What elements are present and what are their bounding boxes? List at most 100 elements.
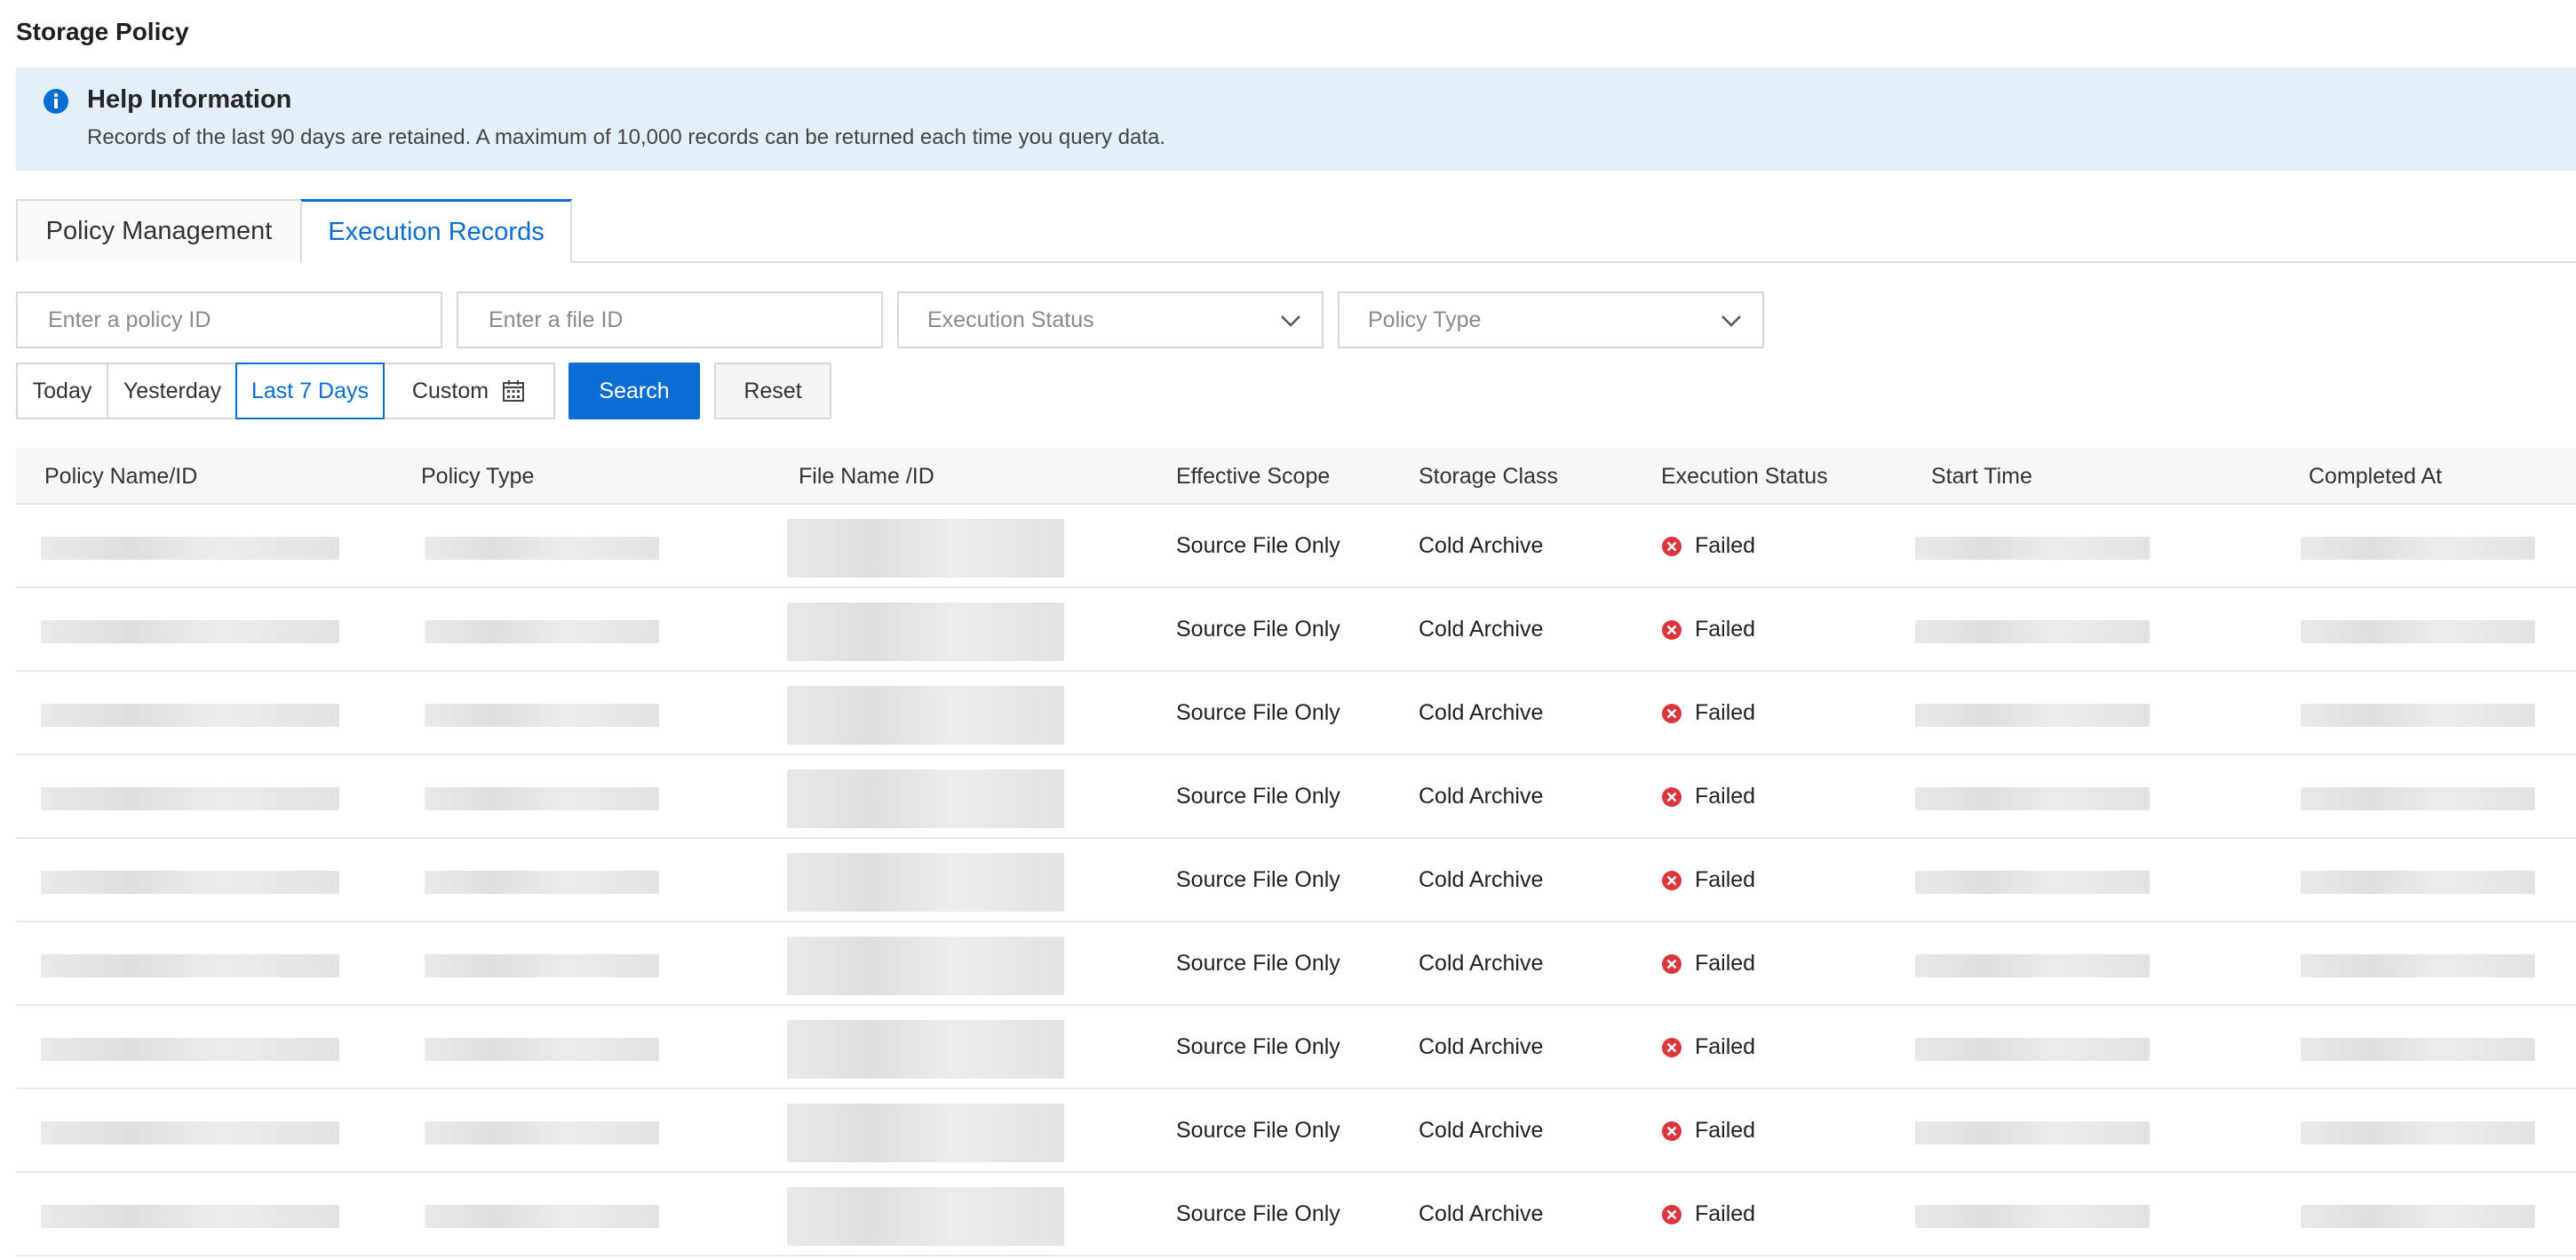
- redacted-policy-type: [425, 1205, 659, 1228]
- redacted-start-time: [1915, 787, 2150, 810]
- status-label: Failed: [1695, 533, 1756, 558]
- custom-label: Custom: [411, 378, 489, 403]
- info-icon: [44, 89, 68, 114]
- status-label: Failed: [1695, 951, 1756, 976]
- redacted-start-time: [1915, 1205, 2150, 1228]
- policy-id-field[interactable]: [46, 306, 441, 334]
- redacted-policy-type: [425, 704, 659, 727]
- chevron-down-icon: [1281, 315, 1300, 327]
- help-body: Records of the last 90 days are retained…: [87, 125, 1166, 149]
- policy-type-select[interactable]: Policy Type: [1338, 291, 1764, 348]
- redacted-policy-type: [425, 954, 659, 977]
- redacted-start-time: [1915, 1038, 2150, 1061]
- execution-status: Failed: [1661, 617, 1755, 642]
- redacted-completed-at: [2301, 871, 2535, 894]
- redacted-file-name: [787, 937, 1064, 995]
- table-row[interactable]: Source File Only Cold Archive Failed: [16, 1089, 2576, 1173]
- column-header: Policy Type: [421, 464, 535, 489]
- failed-icon: [1662, 1120, 1682, 1141]
- failed-icon: [1662, 953, 1682, 974]
- tabs-divider: [572, 261, 2576, 263]
- table-row[interactable]: Source File Only Cold Archive Failed: [16, 839, 2576, 922]
- table-row[interactable]: Source File Only Cold Archive Failed: [16, 1173, 2576, 1256]
- column-header: Policy Name/ID: [44, 464, 198, 489]
- redacted-file-name: [787, 1020, 1064, 1079]
- effective-scope: Source File Only: [1176, 1118, 1340, 1143]
- failed-icon: [1662, 1204, 1682, 1224]
- status-label: Failed: [1695, 700, 1756, 725]
- effective-scope: Source File Only: [1176, 700, 1340, 725]
- table-row[interactable]: Source File Only Cold Archive Failed: [16, 1006, 2576, 1089]
- redacted-policy-name: [41, 537, 339, 560]
- policy-id-input[interactable]: [16, 291, 442, 348]
- redacted-file-name: [787, 602, 1064, 661]
- column-header: Execution Status: [1661, 464, 1828, 489]
- status-label: Failed: [1695, 867, 1756, 892]
- failed-icon: [1662, 703, 1682, 723]
- storage-class: Cold Archive: [1419, 1118, 1544, 1143]
- redacted-completed-at: [2301, 704, 2535, 727]
- effective-scope: Source File Only: [1176, 1201, 1340, 1226]
- redacted-completed-at: [2301, 537, 2535, 560]
- status-label: Failed: [1695, 1201, 1756, 1226]
- redacted-file-name: [787, 686, 1064, 745]
- date-custom-button[interactable]: Custom: [383, 363, 555, 419]
- reset-button[interactable]: Reset: [714, 363, 831, 419]
- redacted-policy-type: [425, 787, 659, 810]
- date-yesterday-button[interactable]: Yesterday: [107, 363, 238, 419]
- tab-execution-records[interactable]: Execution Records: [300, 199, 572, 263]
- redacted-file-name: [787, 853, 1064, 912]
- failed-icon: [1662, 1037, 1682, 1057]
- redacted-policy-type: [425, 1121, 659, 1144]
- redacted-policy-name: [41, 871, 339, 894]
- status-label: Failed: [1695, 617, 1756, 642]
- table-row[interactable]: Source File Only Cold Archive Failed: [16, 505, 2576, 588]
- execution-status-placeholder: Execution Status: [927, 307, 1094, 332]
- policy-type-placeholder: Policy Type: [1368, 307, 1482, 332]
- storage-class: Cold Archive: [1419, 617, 1544, 642]
- column-header: Effective Scope: [1176, 464, 1331, 489]
- execution-status: Failed: [1661, 1118, 1755, 1144]
- redacted-completed-at: [2301, 787, 2535, 810]
- execution-status: Failed: [1661, 951, 1755, 977]
- storage-class: Cold Archive: [1419, 951, 1544, 976]
- status-label: Failed: [1695, 1034, 1756, 1059]
- redacted-policy-name: [41, 1205, 339, 1228]
- help-banner: Help Information Records of the last 90 …: [16, 68, 2576, 171]
- redacted-policy-name: [41, 1121, 339, 1144]
- redacted-completed-at: [2301, 1121, 2535, 1144]
- table-row[interactable]: Source File Only Cold Archive Failed: [16, 588, 2576, 672]
- redacted-completed-at: [2301, 620, 2535, 643]
- effective-scope: Source File Only: [1176, 867, 1340, 892]
- execution-status-select[interactable]: Execution Status: [897, 291, 1324, 348]
- file-id-input[interactable]: [457, 291, 883, 348]
- status-label: Failed: [1695, 1118, 1756, 1143]
- redacted-file-name: [787, 1187, 1064, 1246]
- tab-policy-management[interactable]: Policy Management: [16, 199, 302, 261]
- redacted-start-time: [1915, 537, 2150, 560]
- execution-status: Failed: [1661, 867, 1755, 893]
- table-row[interactable]: Source File Only Cold Archive Failed: [16, 922, 2576, 1006]
- storage-class: Cold Archive: [1419, 867, 1544, 892]
- storage-class: Cold Archive: [1419, 1201, 1544, 1226]
- storage-class: Cold Archive: [1419, 700, 1544, 725]
- status-label: Failed: [1695, 784, 1756, 809]
- date-last7-button[interactable]: Last 7 Days: [235, 363, 385, 419]
- redacted-policy-name: [41, 1038, 339, 1061]
- search-button[interactable]: Search: [568, 363, 700, 419]
- calendar-icon: [503, 380, 525, 402]
- redacted-completed-at: [2301, 1038, 2535, 1061]
- column-header: Start Time: [1931, 464, 2032, 489]
- date-today-button[interactable]: Today: [16, 363, 108, 419]
- table-row[interactable]: Source File Only Cold Archive Failed: [16, 672, 2576, 755]
- redacted-start-time: [1915, 620, 2150, 643]
- redacted-file-name: [787, 1104, 1064, 1162]
- redacted-policy-type: [425, 1038, 659, 1061]
- failed-icon: [1662, 786, 1682, 807]
- file-id-field[interactable]: [487, 306, 881, 334]
- failed-icon: [1662, 870, 1682, 890]
- effective-scope: Source File Only: [1176, 784, 1340, 809]
- redacted-policy-type: [425, 620, 659, 643]
- table-row[interactable]: Source File Only Cold Archive Failed: [16, 755, 2576, 839]
- storage-class: Cold Archive: [1419, 1034, 1544, 1059]
